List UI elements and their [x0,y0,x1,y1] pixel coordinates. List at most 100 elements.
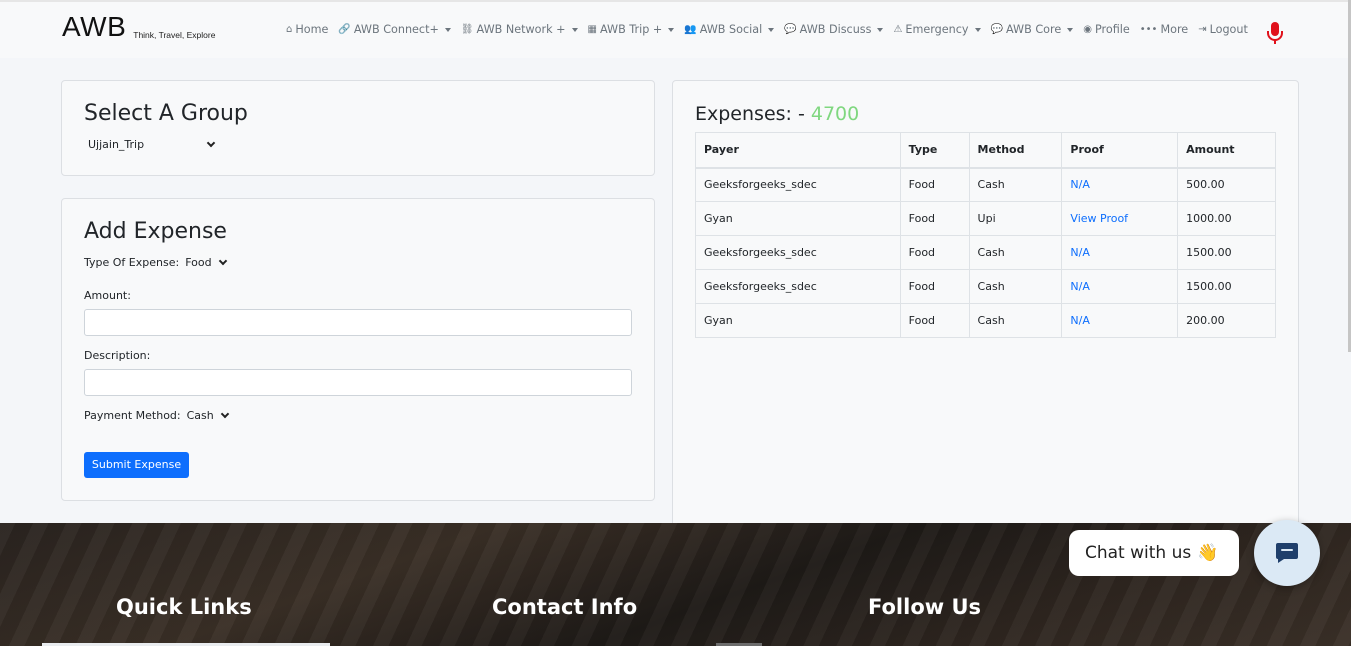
warning-icon: ⚠ [893,24,903,35]
proof-cell: N/A [1061,303,1179,338]
nav-item-awb-connect[interactable]: 🔗 AWB Connect+ [338,23,451,36]
brand-tagline: Think, Travel, Explore [133,30,216,40]
proof-cell: N/A [1061,269,1179,304]
table-row: Geeksforgeeks_sdec Food Cash N/A 1500.00 [695,235,1276,270]
column-header-payer: Payer [695,132,901,169]
map-icon: ▦ [587,24,597,35]
top-navbar: AWB Think, Travel, Explore ⌂ Home 🔗 AWB Con… [0,0,1351,58]
table-row: Geeksforgeeks_sdec Food Cash N/A 1500.00 [695,269,1276,304]
chat-with-us-bubble[interactable]: Chat with us 👋 [1069,530,1239,576]
caret-down-icon [877,27,884,32]
nav-item-emergency[interactable]: ⚠ Emergency [893,23,981,36]
caret-down-icon [571,27,578,32]
nav-item-awb-social[interactable]: 👥 AWB Social [684,23,775,36]
amount-input[interactable] [84,309,632,336]
nav-item-awb-discuss[interactable]: 💬 AWB Discuss [784,23,884,36]
caret-down-icon [1067,27,1074,32]
nav-item-awb-network[interactable]: ⛓ AWB Network + [461,23,578,36]
chevron-down-icon [220,409,229,418]
amount-cell: 1500.00 [1177,269,1276,304]
nav-item-label: Emergency [905,23,969,36]
nav-item-awb-trip[interactable]: ▦ AWB Trip + [588,23,675,36]
nav-item-profile[interactable]: ◉ Profile [1083,23,1130,36]
expenses-total: 4700 [810,103,860,125]
column-header-type: Type [899,132,970,169]
group-select[interactable]: Ujjain_Trip [88,138,216,151]
column-header-amount: Amount [1177,132,1276,169]
user-circle-icon: ◉ [1083,24,1092,35]
column-header-method: Method [968,132,1063,169]
logout-icon: ⇥ [1198,24,1207,35]
proof-link[interactable]: N/A [1070,280,1089,293]
description-input[interactable] [84,369,632,396]
microphone-icon[interactable] [1266,21,1284,45]
nav-item-logout[interactable]: ⇥ Logout [1198,23,1248,36]
proof-cell: View Proof [1061,201,1179,236]
table-row: Gyan Food Cash N/A 200.00 [695,303,1276,338]
nav-item-label: AWB Discuss [799,23,872,36]
nav-item-awb-core[interactable]: 💬 AWB Core [991,23,1074,36]
expenses-card: Expenses: - 4700 Payer Type Method Proof… [672,80,1299,530]
nav-menu: ⌂ Home 🔗 AWB Connect+ ⛓ AWB Network + ▦ AWB Tri… [286,23,1258,36]
type-cell: Food [899,201,970,236]
select-group-card: Select A Group Ujjain_Trip [61,80,655,176]
nav-item-label: Home [295,23,329,36]
nav-item-label: Profile [1094,23,1130,36]
submit-expense-button[interactable]: Submit Expense [84,452,189,478]
chevron-down-icon [206,138,216,147]
amount-label: Amount: [84,289,131,302]
payment-method-label: Payment Method: [84,409,181,422]
caret-down-icon [444,27,451,32]
column-header-proof: Proof [1061,132,1179,169]
brand-name[interactable]: AWB [62,12,126,42]
table-header-row: Payer Type Method Proof Amount [695,132,1276,169]
payer-cell: Gyan [695,201,901,236]
add-expense-title: Add Expense [84,219,227,244]
view-proof-link[interactable]: View Proof [1070,212,1128,225]
nav-item-home[interactable]: ⌂ Home [286,23,328,36]
ellipsis-icon: ••• [1139,24,1158,35]
description-label: Description: [84,349,151,362]
proof-link[interactable]: N/A [1070,246,1089,259]
follow-us-heading: Follow Us [868,595,982,619]
amount-cell: 1500.00 [1177,235,1276,270]
users-icon: 👥 [684,24,697,35]
expense-type-value: Food [185,256,212,269]
link-icon: 🔗 [338,24,351,35]
type-cell: Food [899,303,970,338]
type-cell: Food [899,167,970,202]
nav-item-label: More [1160,23,1189,36]
payer-cell: Geeksforgeeks_sdec [695,269,901,304]
payer-cell: Geeksforgeeks_sdec [695,235,901,270]
proof-link[interactable]: N/A [1070,178,1089,191]
type-cell: Food [899,269,970,304]
payment-method-select[interactable]: Cash [187,409,229,422]
quick-links-heading: Quick Links [116,595,252,619]
add-expense-card: Add Expense Type Of Expense: Food Amount… [61,198,655,501]
table-row: Gyan Food Upi View Proof 1000.00 [695,201,1276,236]
nav-item-label: AWB Social [699,23,763,36]
contact-info-heading: Contact Info [492,595,638,619]
table-row: Geeksforgeeks_sdec Food Cash N/A 500.00 [695,167,1276,202]
group-select-value: Ujjain_Trip [88,138,145,151]
chevron-down-icon [218,256,227,265]
proof-cell: N/A [1061,167,1179,202]
expenses-heading: Expenses: - 4700 [695,103,859,125]
brand[interactable]: AWB Think, Travel, Explore [62,12,215,42]
expense-type-label: Type Of Expense: [84,256,180,269]
type-cell: Food [899,235,970,270]
method-cell: Upi [968,201,1063,236]
comments-icon: 💬 [990,24,1003,35]
proof-link[interactable]: N/A [1070,314,1089,327]
method-cell: Cash [968,269,1063,304]
payer-cell: Gyan [695,303,901,338]
expenses-title: Expenses: - [695,103,805,125]
expense-type-select[interactable]: Food [185,256,227,269]
amount-cell: 1000.00 [1177,201,1276,236]
wave-icon: 👋 [1197,543,1219,563]
caret-down-icon [668,27,675,32]
chat-launcher-button[interactable] [1254,520,1320,586]
nav-item-label: AWB Connect+ [353,23,439,36]
nav-item-more[interactable]: ••• More [1140,23,1188,36]
nav-item-label: AWB Core [1005,23,1062,36]
